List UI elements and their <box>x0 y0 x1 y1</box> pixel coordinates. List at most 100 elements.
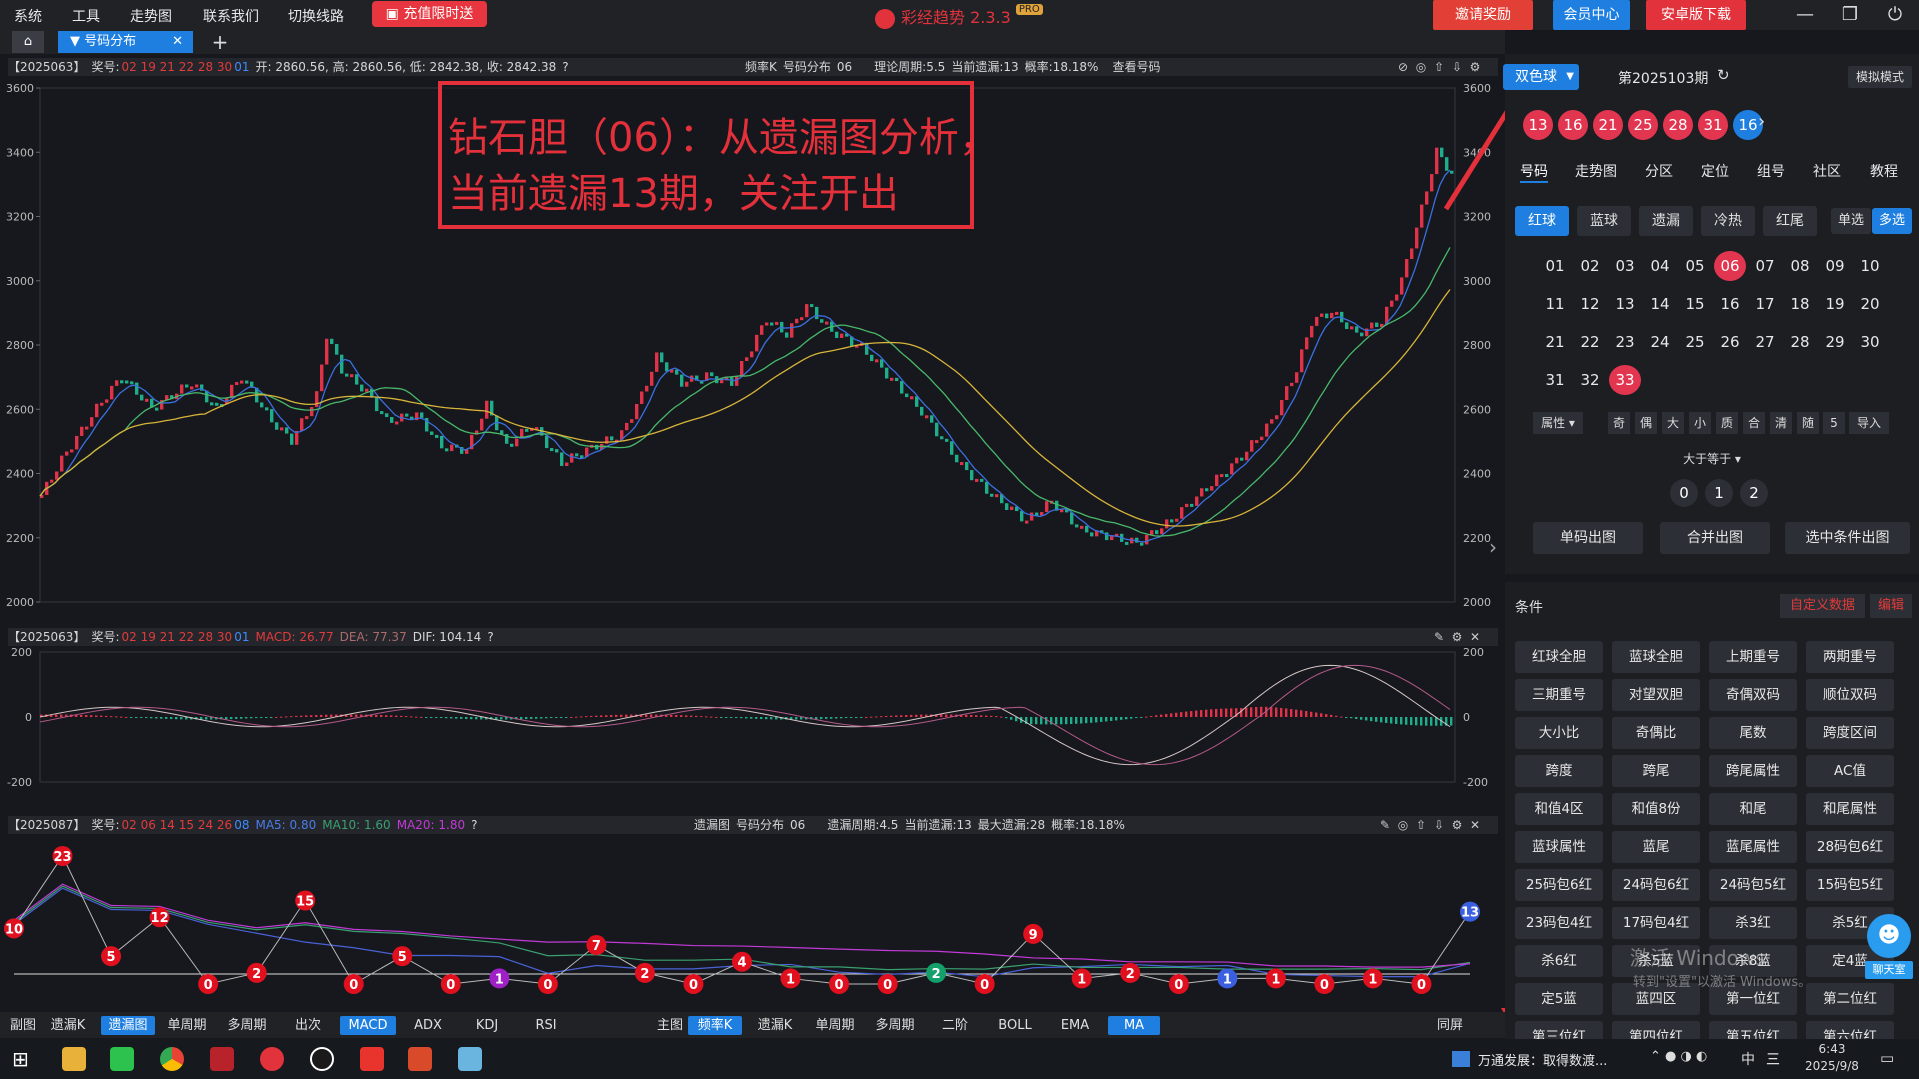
sub-macd[interactable]: MACD <box>340 1016 396 1035</box>
panel-toggle-icon[interactable]: › <box>1489 535 1497 559</box>
menu-system[interactable]: 系统 <box>14 6 42 26</box>
number-03[interactable]: 03 <box>1609 251 1641 281</box>
condition-8[interactable]: 大小比 <box>1515 717 1603 749</box>
chrome-icon[interactable] <box>160 1047 184 1071</box>
nav-trend[interactable]: 走势图 <box>1575 161 1617 181</box>
condition-1[interactable]: 蓝球全胆 <box>1612 641 1700 673</box>
number-08[interactable]: 08 <box>1784 251 1816 281</box>
number-25[interactable]: 25 <box>1679 327 1711 357</box>
number-21[interactable]: 21 <box>1539 327 1571 357</box>
close-icon[interactable]: ✕ <box>1466 628 1484 646</box>
home-icon[interactable]: ⌂ <box>12 31 44 53</box>
condition-24[interactable]: 25码包6红 <box>1515 869 1603 901</box>
power-icon[interactable]: ⏻ <box>1875 2 1915 28</box>
number-05[interactable]: 05 <box>1679 251 1711 281</box>
condition-13[interactable]: 跨尾 <box>1612 755 1700 787</box>
main-ema[interactable]: EMA <box>1050 1016 1100 1035</box>
filter-miss[interactable]: 遗漏 <box>1639 206 1693 236</box>
restore-icon[interactable]: ❐ <box>1830 2 1870 28</box>
condition-32[interactable]: 杀6红 <box>1515 945 1603 977</box>
menu-switch-line[interactable]: 切换线路 <box>288 6 344 26</box>
hide-icon[interactable]: ◎ <box>1394 816 1412 834</box>
condition-36[interactable]: 定5蓝 <box>1515 983 1603 1015</box>
number-32[interactable]: 32 <box>1574 365 1606 395</box>
number-33[interactable]: 33 <box>1609 365 1641 395</box>
condition-14[interactable]: 跨尾属性 <box>1709 755 1797 787</box>
view-numbers-link[interactable]: 查看号码 <box>1112 60 1160 74</box>
condition-29[interactable]: 17码包4红 <box>1612 907 1700 939</box>
condition-16[interactable]: 和值4区 <box>1515 793 1603 825</box>
condition-5[interactable]: 对望双胆 <box>1612 679 1700 711</box>
nav-group[interactable]: 组号 <box>1757 161 1785 181</box>
nav-position[interactable]: 定位 <box>1701 161 1729 181</box>
filter-hot-cold[interactable]: 冷热 <box>1701 206 1755 236</box>
sub-miss-chart[interactable]: 遗漏图 <box>101 1016 155 1035</box>
refresh-icon[interactable]: ↻ <box>1717 66 1730 84</box>
lottery-select[interactable]: 双色球 ▼ <box>1503 64 1579 90</box>
sub-single-period[interactable]: 单周期 <box>162 1016 212 1035</box>
simulation-mode-button[interactable]: 模拟模式 <box>1848 66 1912 88</box>
condition-18[interactable]: 和尾 <box>1709 793 1797 825</box>
sub-adx[interactable]: ADX <box>406 1016 450 1035</box>
condition-12[interactable]: 跨度 <box>1515 755 1603 787</box>
minimize-icon[interactable]: — <box>1785 2 1825 28</box>
condition-10[interactable]: 尾数 <box>1709 717 1797 749</box>
condition-15[interactable]: AC值 <box>1806 755 1894 787</box>
chevron-right-icon[interactable]: › <box>1758 111 1765 132</box>
main-single-period[interactable]: 单周期 <box>810 1016 860 1035</box>
count-0[interactable]: 0 <box>1670 479 1698 507</box>
attr-5[interactable]: 合 <box>1743 412 1765 434</box>
number-31[interactable]: 31 <box>1539 365 1571 395</box>
attr-7[interactable]: 随 <box>1797 412 1819 434</box>
edit-button[interactable]: 编辑 <box>1870 594 1912 618</box>
lottery-app-icon[interactable] <box>260 1047 284 1071</box>
ime-indicator[interactable]: 中 <box>1741 1049 1755 1069</box>
number-27[interactable]: 27 <box>1749 327 1781 357</box>
sub-kdj[interactable]: KDJ <box>465 1016 509 1035</box>
nav-zone[interactable]: 分区 <box>1645 161 1673 181</box>
condition-9[interactable]: 奇偶比 <box>1612 717 1700 749</box>
condition-4[interactable]: 三期重号 <box>1515 679 1603 711</box>
number-20[interactable]: 20 <box>1854 289 1886 319</box>
qq-icon[interactable] <box>310 1047 334 1071</box>
number-12[interactable]: 12 <box>1574 289 1606 319</box>
same-screen-button[interactable]: 同屏 <box>1430 1016 1470 1035</box>
condition-chart-button[interactable]: 选中条件出图 <box>1785 522 1910 554</box>
settings-icon[interactable]: ⚙ <box>1448 816 1466 834</box>
condition-2[interactable]: 上期重号 <box>1709 641 1797 673</box>
pen-icon[interactable]: ⊘ <box>1394 58 1412 76</box>
attr-9[interactable]: 导入 <box>1849 412 1889 434</box>
condition-17[interactable]: 和值8份 <box>1612 793 1700 825</box>
settings-icon[interactable]: ⚙ <box>1448 628 1466 646</box>
condition-28[interactable]: 23码包4红 <box>1515 907 1603 939</box>
nav-community[interactable]: 社区 <box>1813 161 1841 181</box>
add-tab-button[interactable]: + <box>205 31 235 53</box>
sub-multi-period[interactable]: 多周期 <box>222 1016 272 1035</box>
hide-icon[interactable]: ◎ <box>1412 58 1430 76</box>
condition-20[interactable]: 蓝球属性 <box>1515 831 1603 863</box>
number-14[interactable]: 14 <box>1644 289 1676 319</box>
number-16[interactable]: 16 <box>1714 289 1746 319</box>
condition-19[interactable]: 和尾属性 <box>1806 793 1894 825</box>
merge-chart-button[interactable]: 合并出图 <box>1660 522 1770 554</box>
app-icon-2[interactable] <box>408 1047 432 1071</box>
down-icon[interactable]: ⇩ <box>1430 816 1448 834</box>
file-explorer-icon[interactable] <box>62 1047 86 1071</box>
filter-red-tail[interactable]: 红尾 <box>1763 206 1817 236</box>
condition-39[interactable]: 第二位红 <box>1806 983 1894 1015</box>
main-miss-k[interactable]: 遗漏K <box>750 1016 800 1035</box>
tray-icons[interactable]: ⌃ ● ◑ ◐ <box>1650 1049 1707 1064</box>
app-icon-3[interactable] <box>458 1047 482 1071</box>
pin-icon[interactable]: ✎ <box>1430 628 1448 646</box>
tab-number-distribution[interactable]: ▼ 号码分布 ✕ <box>58 31 193 53</box>
number-06[interactable]: 06 <box>1714 251 1746 281</box>
condition-23[interactable]: 28码包6红 <box>1806 831 1894 863</box>
app-icon-1[interactable] <box>210 1047 234 1071</box>
number-11[interactable]: 11 <box>1539 289 1571 319</box>
condition-30[interactable]: 杀3红 <box>1709 907 1797 939</box>
nav-number[interactable]: 号码 <box>1520 161 1548 183</box>
number-10[interactable]: 10 <box>1854 251 1886 281</box>
chat-icon[interactable]: ☻ <box>1867 914 1911 958</box>
single-chart-button[interactable]: 单码出图 <box>1533 522 1643 554</box>
filter-red[interactable]: 红球 <box>1515 206 1569 236</box>
